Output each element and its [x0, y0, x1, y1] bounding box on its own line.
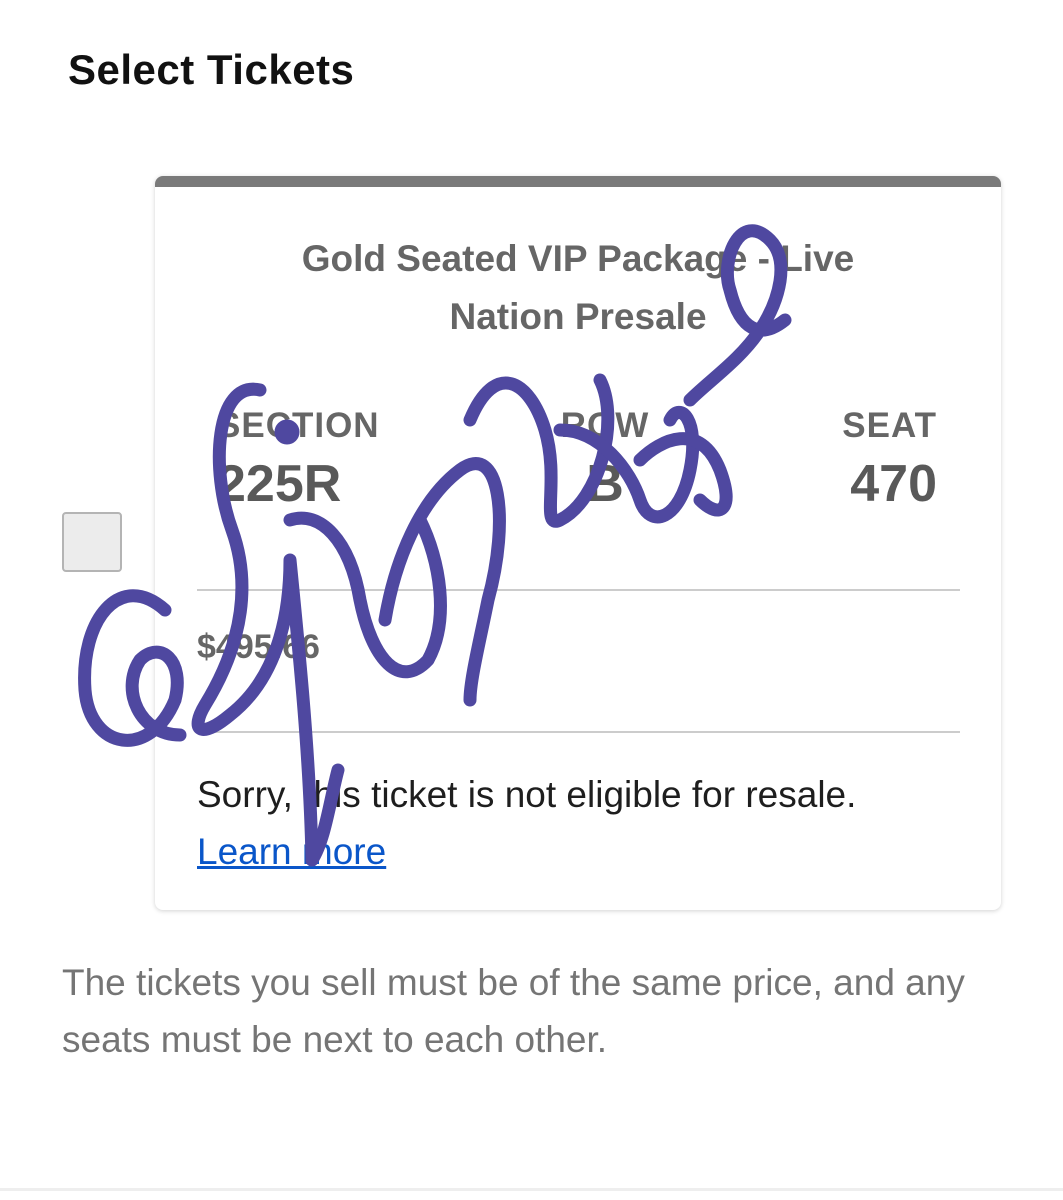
- seat-column: SEAT 470: [842, 406, 937, 514]
- resale-rules-note: The tickets you sell must be of the same…: [62, 962, 965, 1060]
- bottom-divider: [0, 1188, 1063, 1191]
- section-label: SECTION: [217, 406, 380, 445]
- seat-label: SEAT: [842, 406, 937, 445]
- divider: [197, 731, 960, 733]
- divider: [197, 589, 960, 591]
- resale-notice: Sorry, this ticket is not eligible for r…: [197, 766, 917, 880]
- seat-value: 470: [850, 455, 937, 513]
- ticket-card: Gold Seated VIP Package - Live Nation Pr…: [155, 176, 1001, 910]
- section-column: SECTION 225R: [217, 406, 380, 514]
- resale-notice-text: Sorry, this ticket is not eligible for r…: [197, 774, 857, 815]
- ticket-price: $495.66: [197, 628, 320, 666]
- ticket-select-checkbox[interactable]: [62, 512, 122, 572]
- row-column: ROW B: [545, 406, 665, 514]
- section-value: 225R: [217, 455, 342, 513]
- card-top-bar: [155, 176, 1001, 187]
- row-label: ROW: [560, 406, 650, 445]
- learn-more-link[interactable]: Learn more: [197, 831, 386, 872]
- row-value: B: [586, 455, 624, 513]
- ticket-package-title: Gold Seated VIP Package - Live Nation Pr…: [301, 238, 855, 337]
- page-title: Select Tickets: [68, 46, 355, 93]
